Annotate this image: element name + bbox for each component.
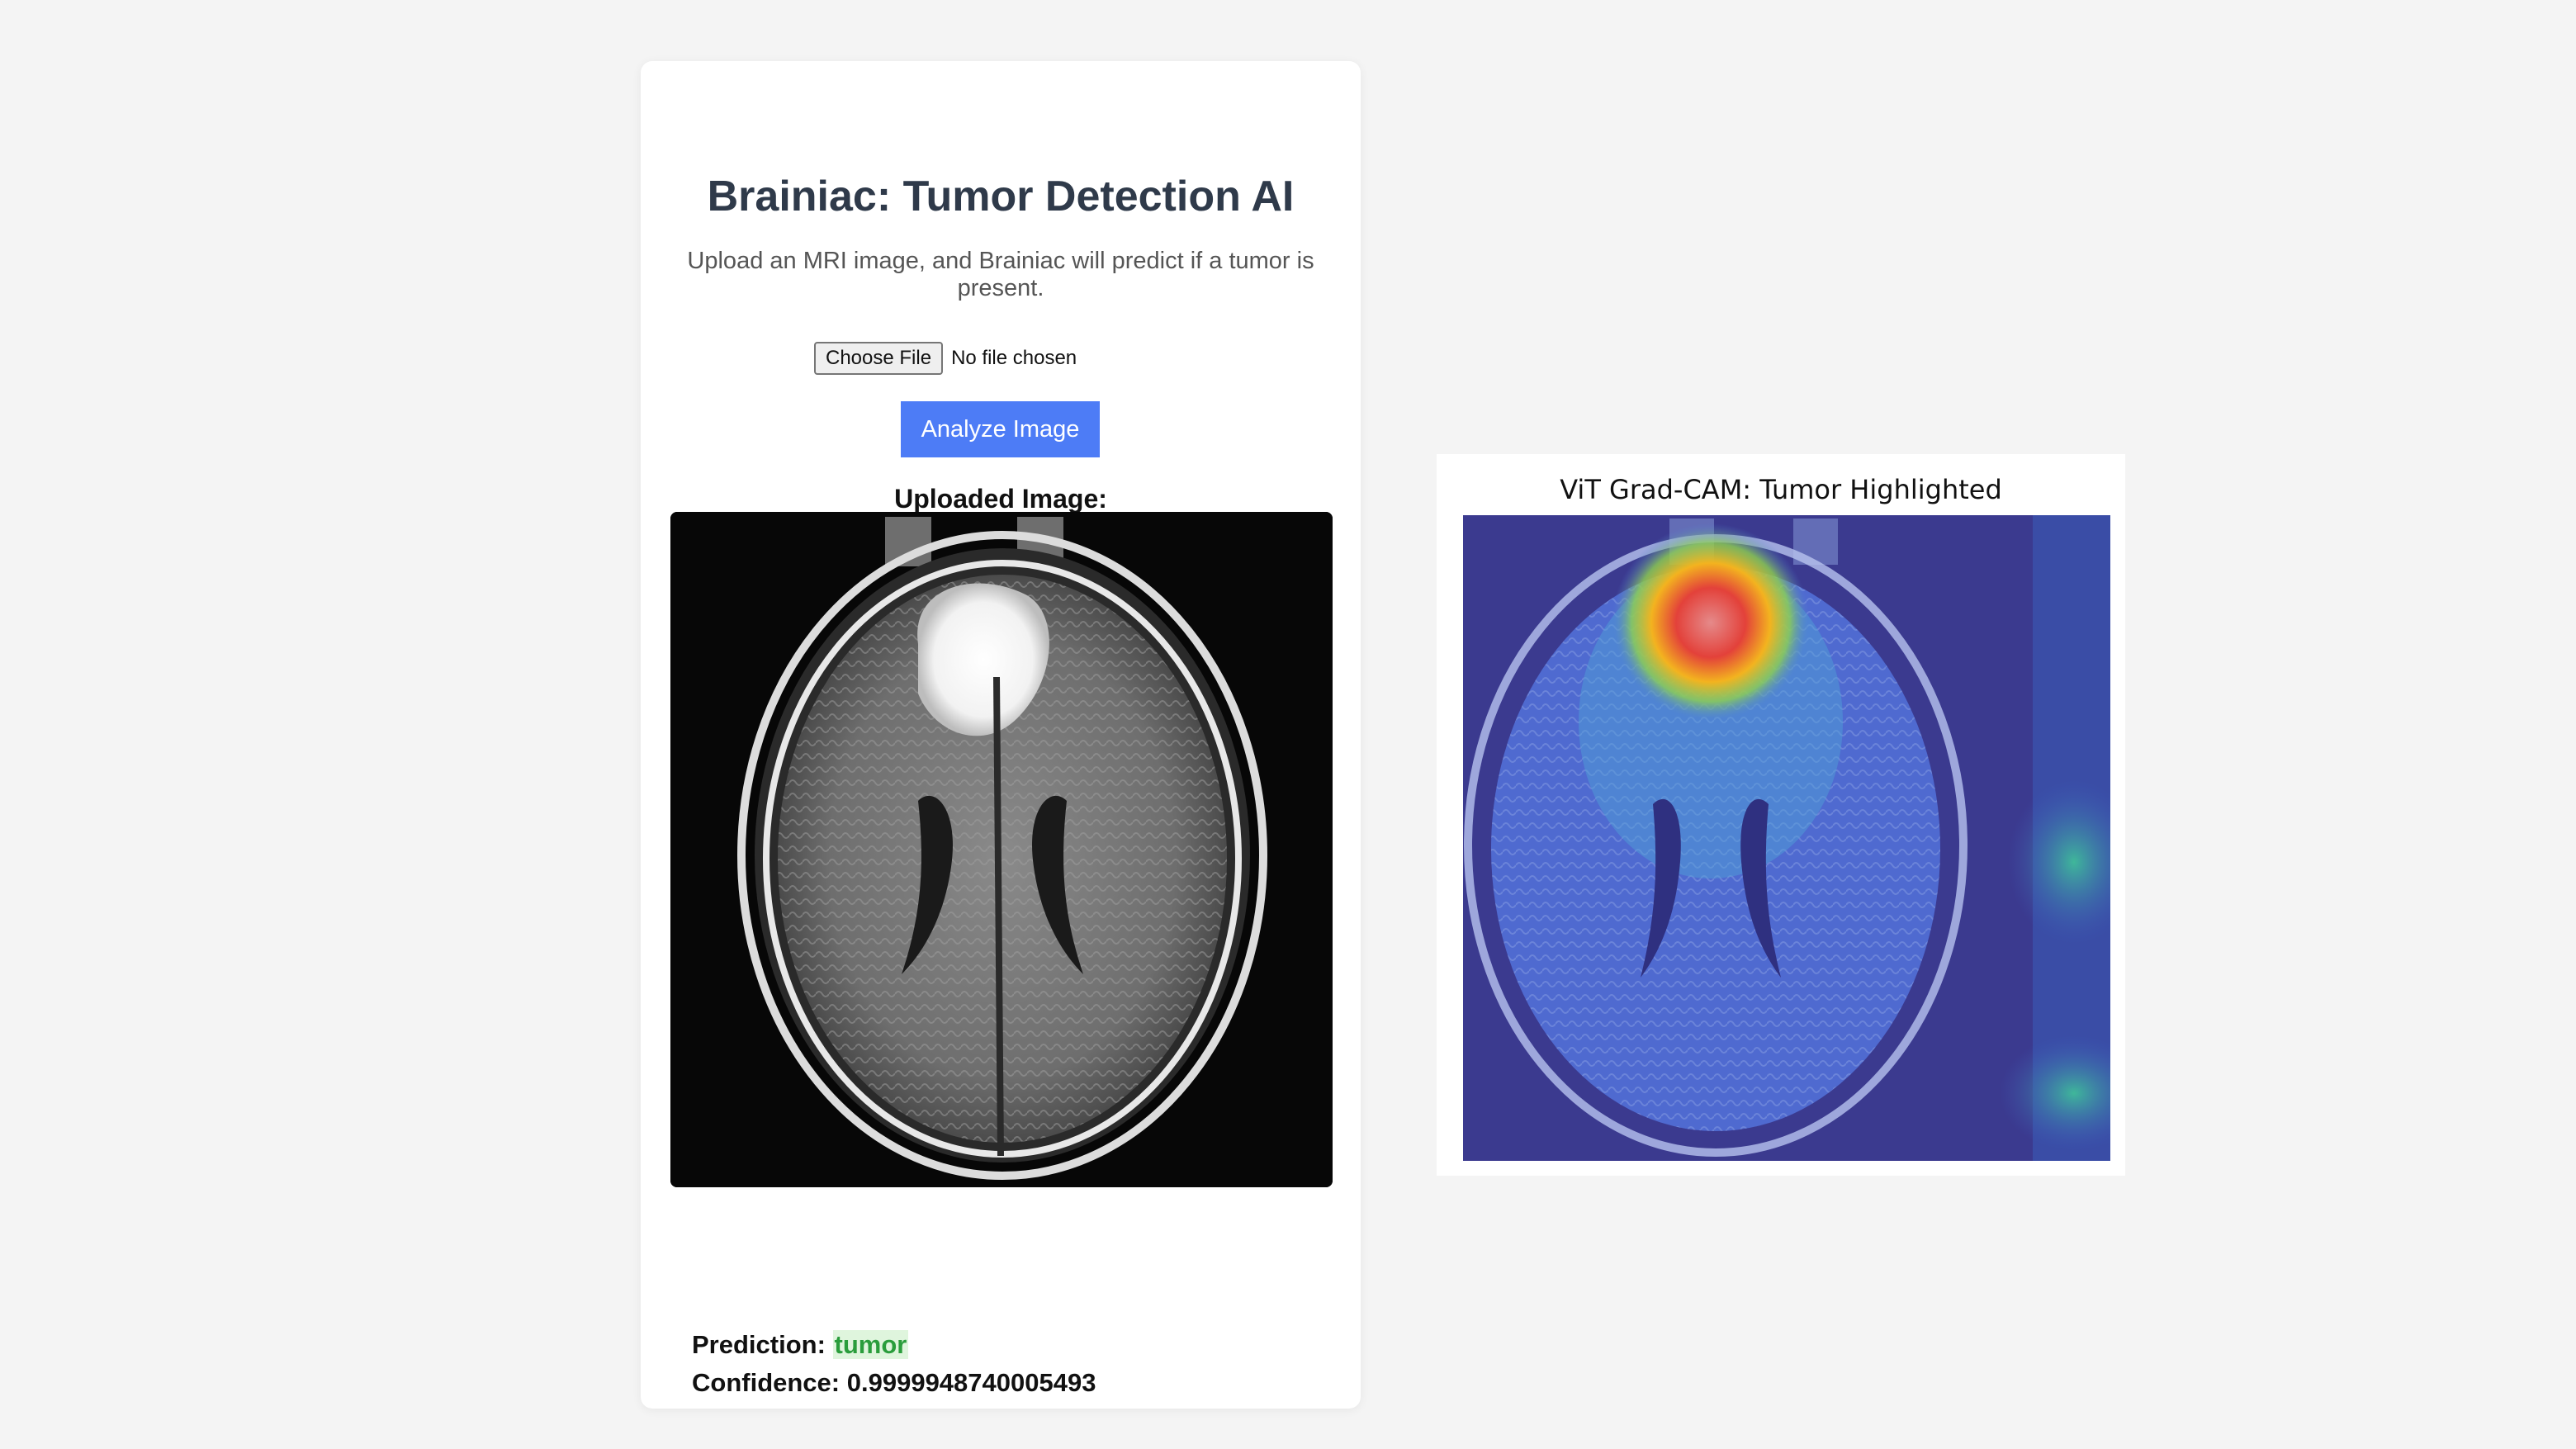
confidence-label: Confidence:	[692, 1368, 841, 1397]
prediction-label: Prediction:	[692, 1330, 826, 1359]
uploaded-mri-image	[670, 512, 1333, 1187]
gradcam-heatmap	[1463, 515, 2110, 1161]
gradcam-heatmap-image	[1463, 515, 2110, 1161]
brain-mri-scan	[670, 512, 1333, 1187]
prediction-value: tumor	[832, 1330, 909, 1359]
uploaded-image-label: Uploaded Image:	[894, 484, 1107, 514]
result-section: Prediction: tumor Confidence: 0.99999487…	[692, 1326, 1096, 1402]
confidence-line: Confidence: 0.9999948740005493	[692, 1364, 1096, 1402]
main-card: Brainiac: Tumor Detection AI Upload an M…	[641, 61, 1361, 1409]
file-status-text: No file chosen	[951, 347, 1077, 369]
file-input[interactable]: Choose File No file chosen	[814, 342, 1077, 375]
page-subtitle: Upload an MRI image, and Brainiac will p…	[687, 248, 1314, 301]
analyze-image-button[interactable]: Analyze Image	[901, 401, 1100, 457]
prediction-line: Prediction: tumor	[692, 1326, 1096, 1364]
gradcam-panel: ViT Grad-CAM: Tumor Highlighted	[1437, 454, 2125, 1176]
choose-file-button[interactable]: Choose File	[814, 342, 944, 375]
page-title: Brainiac: Tumor Detection AI	[707, 173, 1295, 220]
confidence-value: 0.9999948740005493	[846, 1368, 1096, 1397]
gradcam-title: ViT Grad-CAM: Tumor Highlighted	[1560, 474, 2002, 505]
